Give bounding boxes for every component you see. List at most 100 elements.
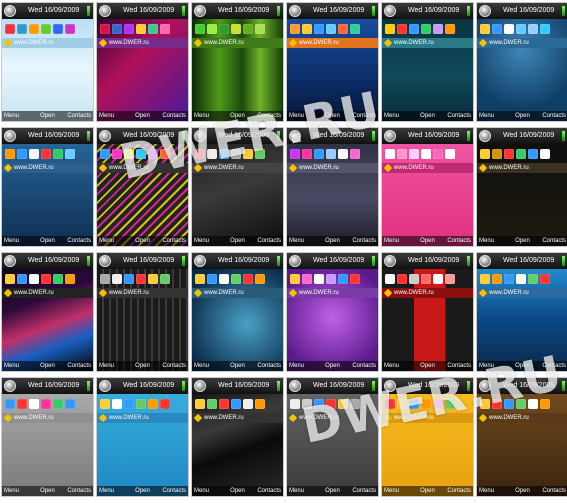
shortcut-icon[interactable] [100, 23, 110, 34]
shortcut-icon[interactable] [100, 273, 110, 284]
shortcut-icon[interactable] [17, 398, 27, 409]
theme-preview[interactable]: Wed 16/09/2009 www.DWER.ru Menu Open Contact… [476, 252, 567, 372]
shortcut-icon[interactable] [65, 148, 75, 159]
contacts-softkey[interactable]: Contacts [162, 486, 186, 496]
shortcut-icon[interactable] [433, 273, 443, 284]
contacts-softkey[interactable]: Contacts [542, 361, 566, 371]
shortcut-icon[interactable] [433, 23, 443, 34]
shortcut-icon[interactable] [421, 148, 431, 159]
bookmark-bar[interactable]: www.DWER.ru [382, 163, 473, 173]
shortcut-icon[interactable] [219, 273, 229, 284]
shortcut-icon[interactable] [29, 148, 39, 159]
shortcut-icon[interactable] [100, 398, 110, 409]
theme-preview[interactable]: Wed 16/09/2009 www.DWER.ru Menu Open Contact… [96, 127, 189, 247]
shortcut-icon[interactable] [421, 273, 431, 284]
shortcut-icon[interactable] [314, 398, 324, 409]
shortcut-icon[interactable] [53, 148, 63, 159]
shortcut-icon[interactable] [480, 273, 490, 284]
contacts-softkey[interactable]: Contacts [447, 361, 471, 371]
shortcut-icon[interactable] [516, 398, 526, 409]
shortcut-icon[interactable] [207, 398, 217, 409]
shortcut-icon[interactable] [160, 398, 170, 409]
shortcut-icon[interactable] [326, 23, 336, 34]
bookmark-bar[interactable]: www.DWER.ru [192, 163, 283, 173]
contacts-softkey[interactable]: Contacts [542, 236, 566, 246]
shortcut-icon[interactable] [5, 273, 15, 284]
shortcut-icon[interactable] [302, 23, 312, 34]
contacts-softkey[interactable]: Contacts [352, 111, 376, 121]
shortcut-icon[interactable] [29, 273, 39, 284]
contacts-softkey[interactable]: Contacts [162, 236, 186, 246]
shortcut-icon[interactable] [433, 148, 443, 159]
theme-preview[interactable]: Wed 16/09/2009 www.DWER.ru Menu Open Contact… [286, 127, 379, 247]
shortcut-icon[interactable] [314, 23, 324, 34]
shortcut-icon[interactable] [385, 398, 395, 409]
theme-preview[interactable]: Wed 16/09/2009 www.DWER.ru Menu Open Contact… [1, 252, 94, 372]
shortcut-icon[interactable] [231, 148, 241, 159]
contacts-softkey[interactable]: Contacts [162, 111, 186, 121]
shortcut-icon[interactable] [148, 273, 158, 284]
shortcut-icon[interactable] [5, 23, 15, 34]
shortcut-icon[interactable] [504, 273, 514, 284]
theme-preview[interactable]: Wed 16/09/2009 www.DWER.ru Menu Open Contact… [286, 377, 379, 497]
shortcut-icon[interactable] [17, 273, 27, 284]
shortcut-icon[interactable] [255, 23, 265, 34]
theme-preview[interactable]: Wed 16/09/2009 www.DWER.ru Menu Open Contact… [96, 377, 189, 497]
shortcut-icon[interactable] [231, 273, 241, 284]
shortcut-icon[interactable] [112, 398, 122, 409]
contacts-softkey[interactable]: Contacts [67, 486, 91, 496]
shortcut-icon[interactable] [409, 273, 419, 284]
shortcut-icon[interactable] [540, 398, 550, 409]
bookmark-bar[interactable]: www.DWER.ru [287, 38, 378, 48]
shortcut-icon[interactable] [53, 273, 63, 284]
theme-preview[interactable]: Wed 16/09/2009 www.DWER.ru Menu Open Contact… [381, 127, 474, 247]
contacts-softkey[interactable]: Contacts [352, 486, 376, 496]
contacts-softkey[interactable]: Contacts [447, 111, 471, 121]
shortcut-icon[interactable] [53, 23, 63, 34]
shortcut-icon[interactable] [136, 398, 146, 409]
theme-preview[interactable]: Wed 16/09/2009 www.DWER.ru Menu Open Contact… [1, 2, 94, 122]
shortcut-icon[interactable] [338, 273, 348, 284]
shortcut-icon[interactable] [29, 398, 39, 409]
bookmark-bar[interactable]: www.DWER.ru [192, 288, 283, 298]
contacts-softkey[interactable]: Contacts [257, 361, 281, 371]
shortcut-icon[interactable] [302, 398, 312, 409]
shortcut-icon[interactable] [136, 23, 146, 34]
theme-preview[interactable]: Wed 16/09/2009 www.DWER.ru Menu Open Contact… [381, 2, 474, 122]
contacts-softkey[interactable]: Contacts [257, 236, 281, 246]
bookmark-bar[interactable]: www.DWER.ru [287, 413, 378, 423]
bookmark-bar[interactable]: www.DWER.ru [192, 413, 283, 423]
shortcut-icon[interactable] [255, 273, 265, 284]
shortcut-icon[interactable] [445, 148, 455, 159]
shortcut-icon[interactable] [243, 398, 253, 409]
bookmark-bar[interactable]: www.DWER.ru [382, 413, 473, 423]
bookmark-bar[interactable]: www.DWER.ru [382, 38, 473, 48]
shortcut-icon[interactable] [385, 23, 395, 34]
shortcut-icon[interactable] [112, 273, 122, 284]
contacts-softkey[interactable]: Contacts [542, 111, 566, 121]
contacts-softkey[interactable]: Contacts [162, 361, 186, 371]
bookmark-bar[interactable]: www.DWER.ru [287, 288, 378, 298]
shortcut-icon[interactable] [124, 273, 134, 284]
shortcut-icon[interactable] [350, 273, 360, 284]
shortcut-icon[interactable] [504, 148, 514, 159]
shortcut-icon[interactable] [350, 398, 360, 409]
theme-preview[interactable]: Wed 16/09/2009 www.DWER.ru Menu Open Contact… [476, 127, 567, 247]
shortcut-icon[interactable] [195, 23, 205, 34]
shortcut-icon[interactable] [17, 148, 27, 159]
shortcut-icon[interactable] [148, 148, 158, 159]
shortcut-icon[interactable] [219, 398, 229, 409]
shortcut-icon[interactable] [421, 398, 431, 409]
contacts-softkey[interactable]: Contacts [257, 486, 281, 496]
shortcut-icon[interactable] [480, 23, 490, 34]
shortcut-icon[interactable] [41, 23, 51, 34]
shortcut-icon[interactable] [41, 273, 51, 284]
shortcut-icon[interactable] [17, 23, 27, 34]
shortcut-icon[interactable] [195, 273, 205, 284]
bookmark-bar[interactable]: www.DWER.ru [477, 288, 567, 298]
theme-preview[interactable]: Wed 16/09/2009 www.DWER.ru Menu Open Contact… [381, 252, 474, 372]
shortcut-icon[interactable] [29, 23, 39, 34]
shortcut-icon[interactable] [480, 398, 490, 409]
shortcut-icon[interactable] [207, 273, 217, 284]
shortcut-icon[interactable] [492, 148, 502, 159]
